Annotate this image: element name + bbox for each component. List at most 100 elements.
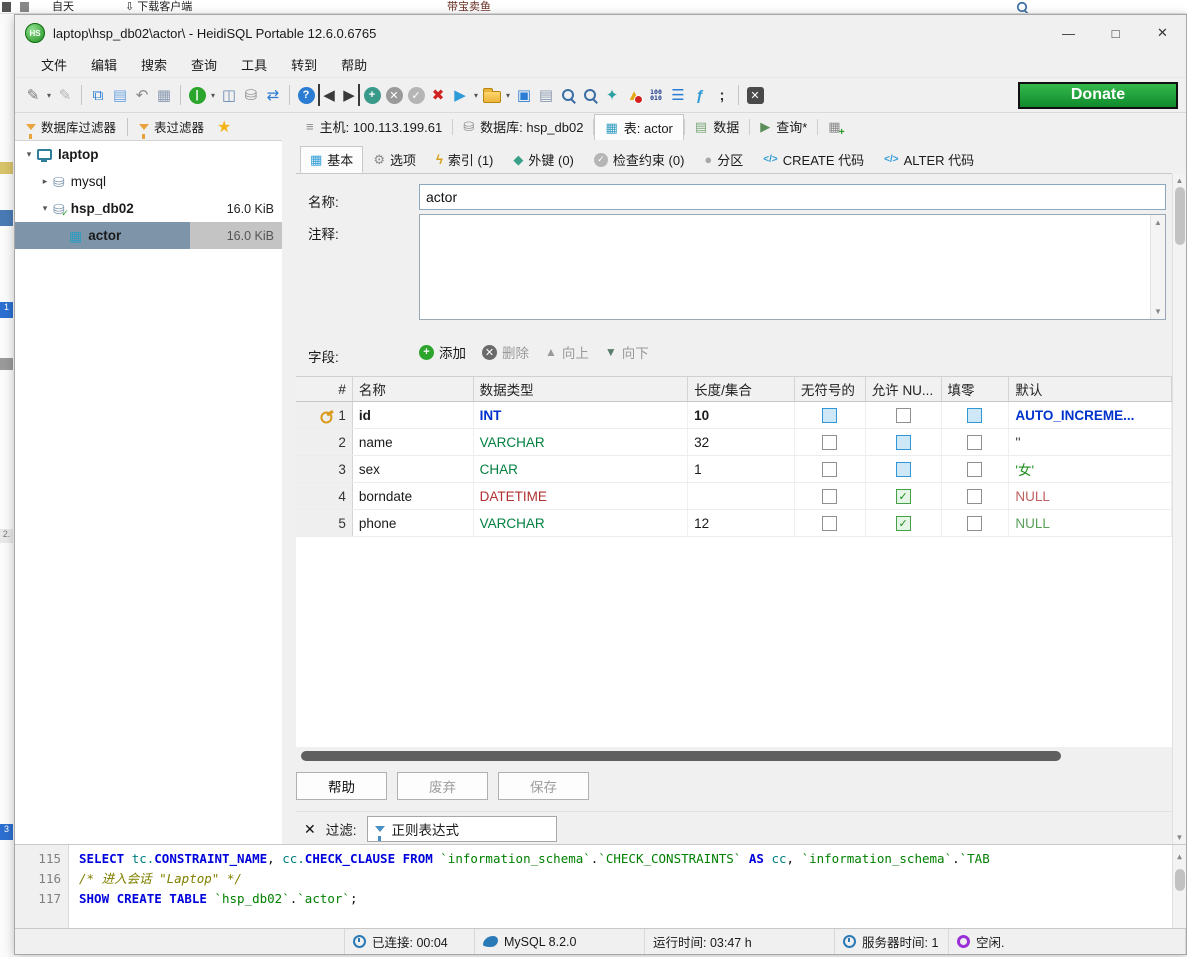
search-icon[interactable] [1015,0,1029,14]
background-tab-2[interactable]: 带宝卖鱼 [447,0,491,14]
menu-item-3[interactable]: 查询 [179,51,229,78]
footer-button-0[interactable]: 帮助 [296,772,387,800]
zerofill-checkbox[interactable] [967,516,982,531]
field-allow_null-cell[interactable]: ✓ [866,510,942,536]
fields-action-0[interactable]: +添加 [419,342,466,362]
toolbar-delete-record-icon[interactable]: ✕ [384,84,404,106]
toolbar-undo-icon[interactable]: ↶ [132,84,152,106]
chevron-down-icon[interactable]: ▾ [21,149,37,160]
sql-log-code[interactable]: SELECT tc.CONSTRAINT_NAME, cc.CHECK_CLAU… [69,845,1172,928]
field-zerofill-cell[interactable] [942,429,1010,455]
grid-column-header-3[interactable]: 长度/集合 [688,377,795,401]
toolbar-execute-dropdown-icon[interactable]: ▾ [472,84,480,106]
sidebar-filter-tab-0[interactable]: 数据库过滤器 [21,114,121,139]
unsigned-checkbox[interactable] [822,462,837,477]
field-type-cell[interactable]: DATETIME [474,483,688,509]
toolbar-go-first-icon[interactable]: ◀ [318,84,338,106]
field-length-cell[interactable]: 12 [688,510,795,536]
field-unsigned-cell[interactable] [795,429,866,455]
field-length-cell[interactable]: 1 [688,456,795,482]
close-button[interactable]: ✕ [1139,15,1186,51]
main-tab-0[interactable]: ≡主机: 100.113.199.61 [296,114,452,140]
toolbar-warning-icon[interactable]: ▲ [624,84,644,106]
scroll-down-icon[interactable]: ▼ [1176,833,1184,842]
field-row-borndate[interactable]: 4borndateDATETIME✓NULL [296,483,1172,510]
donate-button[interactable]: Donate [1018,82,1178,109]
table-name-input[interactable] [419,184,1166,210]
field-default-cell[interactable]: '女' [1009,456,1172,482]
field-type-cell[interactable]: VARCHAR [474,429,688,455]
grid-column-header-2[interactable]: 数据类型 [474,377,688,401]
subtab-4[interactable]: ✓检查约束 (0) [584,146,695,173]
field-zerofill-cell[interactable] [942,456,1010,482]
toolbar-cancel-operation-icon[interactable]: ✖ [428,84,448,106]
grid-column-header-1[interactable]: 名称 [353,377,474,401]
filter-input[interactable]: 正则表达式 [367,816,557,842]
tree-item-hsp_db02[interactable]: ▾⛁✓hsp_db0216.0 KiB [15,195,282,222]
unsigned-checkbox[interactable] [822,489,837,504]
zerofill-checkbox[interactable] [967,408,982,423]
subtab-3[interactable]: ◆外键 (0) [503,146,584,173]
subtab-7[interactable]: </>ALTER 代码 [874,146,984,173]
scroll-up-icon[interactable]: ▲ [1154,218,1162,227]
sidebar-splitter[interactable] [282,113,296,844]
field-type-cell[interactable]: CHAR [474,456,688,482]
main-tab-1[interactable]: ⛁数据库: hsp_db02 [453,114,593,140]
toolbar-help-icon[interactable]: ? [296,84,316,106]
toolbar-post-record-icon[interactable]: ✓ [406,84,426,106]
field-default-cell[interactable]: AUTO_INCREME... [1009,402,1172,428]
field-allow_null-cell[interactable] [866,456,942,482]
background-tab-0[interactable]: 自天 [52,0,74,14]
favorites-star-icon[interactable]: ★ [217,117,231,137]
toolbar-session-manager-icon[interactable]: ◫ [219,84,239,106]
zerofill-checkbox[interactable] [967,489,982,504]
subtab-0[interactable]: ▦基本 [300,146,363,173]
chevron-down-icon[interactable]: ▾ [37,203,53,214]
subtab-2[interactable]: ϟ索引 (1) [426,146,503,173]
scroll-up-icon[interactable]: ▲ [1176,176,1184,185]
background-tab-1[interactable]: ⇩ 下载客户端 [125,0,192,14]
scroll-down-icon[interactable]: ▼ [1154,307,1162,316]
unsigned-checkbox[interactable] [822,516,837,531]
field-unsigned-cell[interactable] [795,402,866,428]
table-comment-textarea[interactable]: ▲ ▼ [419,214,1166,320]
field-zerofill-cell[interactable] [942,483,1010,509]
field-length-cell[interactable] [688,483,795,509]
menu-item-5[interactable]: 转到 [279,51,329,78]
toolbar-reconnect-dropdown-icon[interactable]: ▾ [209,84,217,106]
menu-item-1[interactable]: 编辑 [79,51,129,78]
grid-column-header-5[interactable]: 允许 NU... [866,377,942,401]
field-unsigned-cell[interactable] [795,510,866,536]
field-zerofill-cell[interactable] [942,402,1010,428]
menu-item-0[interactable]: 文件 [29,51,79,78]
menu-item-2[interactable]: 搜索 [129,51,179,78]
tree-item-mysql[interactable]: ▸⛁mysql [15,168,282,195]
field-row-sex[interactable]: 3sexCHAR1'女' [296,456,1172,483]
field-name-cell[interactable]: id [353,402,474,428]
toolbar-execute-sql-icon[interactable]: ▶ [450,84,470,106]
menu-item-4[interactable]: 工具 [229,51,279,78]
field-allow_null-cell[interactable]: ✓ [866,483,942,509]
field-row-id[interactable]: 1idINT10AUTO_INCREME... [296,402,1172,429]
toolbar-print-icon[interactable]: ▦ [154,84,174,106]
scroll-up-icon[interactable]: ▲ [1177,847,1182,867]
toolbar-search-icon[interactable] [558,84,578,106]
scrollbar-thumb[interactable] [1175,187,1185,245]
toolbar-reformat-code-icon[interactable]: ☰ [668,84,688,106]
grid-column-header-0[interactable]: # [296,377,353,401]
filter-close-icon[interactable]: ✕ [304,821,316,838]
toolbar-paste-icon[interactable]: ▤ [110,84,130,106]
toolbar-export-result-icon[interactable]: ▤ [536,84,556,106]
toolbar-semicolon-icon[interactable]: ; [712,84,732,106]
field-allow_null-cell[interactable] [866,402,942,428]
field-default-cell[interactable]: '' [1009,429,1172,455]
main-vertical-scrollbar[interactable]: ▲ ▼ [1172,174,1186,844]
allow_null-checkbox[interactable] [896,408,911,423]
grid-column-header-6[interactable]: 填零 [942,377,1010,401]
field-length-cell[interactable]: 10 [688,402,795,428]
scrollbar-thumb[interactable] [301,751,1061,761]
field-length-cell[interactable]: 32 [688,429,795,455]
tree-item-actor[interactable]: ▦actor16.0 KiB [15,222,282,249]
unsigned-checkbox[interactable] [822,408,837,423]
grid-horizontal-scrollbar[interactable] [296,749,1172,763]
